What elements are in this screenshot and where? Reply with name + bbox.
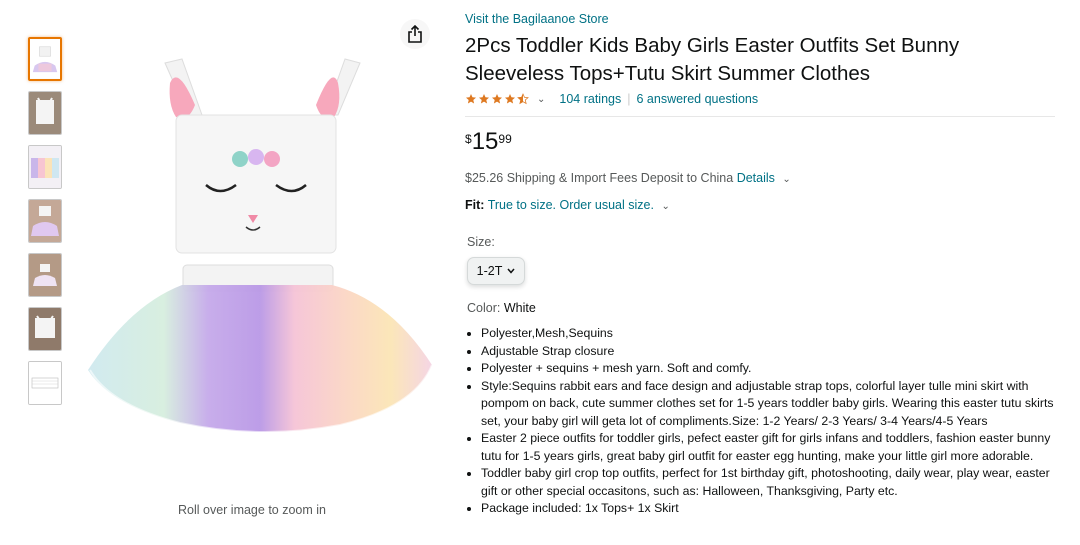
shipping-info: $25.26 Shipping & Import Fees Deposit to…	[465, 171, 1060, 185]
rating-row: ⌄ 104 ratings | 6 answered questions	[465, 90, 1060, 108]
answered-questions-link[interactable]: 6 answered questions	[637, 92, 759, 106]
store-link[interactable]: Visit the Bagilaanoe Store	[465, 12, 609, 26]
price-symbol: $	[465, 132, 472, 146]
feature-bullets: Polyester,Mesh,Sequins Adjustable Strap …	[465, 325, 1059, 518]
divider	[465, 116, 1055, 117]
size-selected-value: 1-2T	[476, 264, 503, 278]
ratings-link[interactable]: 104 ratings	[559, 92, 621, 106]
thumbnail-image	[29, 200, 61, 242]
thumbnail-image	[30, 39, 60, 79]
chevron-down-icon[interactable]: ⌄	[661, 201, 669, 212]
main-product-image[interactable]	[70, 45, 440, 455]
share-button[interactable]	[400, 19, 430, 49]
thumbnail-3[interactable]	[28, 145, 62, 189]
list-item: Style:Sequins rabbit ears and face desig…	[481, 378, 1059, 431]
product-details: Visit the Bagilaanoe Store 2Pcs Toddler …	[465, 10, 1060, 518]
share-icon	[408, 25, 422, 43]
shipping-text: $25.26 Shipping & Import Fees Deposit to…	[465, 171, 734, 185]
size-dropdown[interactable]: 1-2T	[467, 257, 525, 285]
thumbnail-2[interactable]	[28, 91, 62, 135]
list-item: Easter 2 piece outfits for toddler girls…	[481, 430, 1059, 465]
thumbnail-image	[29, 92, 61, 134]
thumbnail-image	[29, 308, 61, 350]
star-full-icon	[479, 94, 489, 104]
thumbnail-6[interactable]	[28, 307, 62, 351]
star-rating[interactable]	[465, 93, 529, 105]
list-item: Package included: 1x Tops+ 1x Skirt	[481, 500, 1059, 518]
star-full-icon	[466, 94, 476, 104]
star-half-icon	[517, 93, 529, 105]
zoom-hint: Roll over image to zoom in	[178, 503, 326, 517]
product-illustration	[88, 58, 433, 434]
price-fraction: 99	[498, 132, 512, 146]
list-item: Polyester,Mesh,Sequins	[481, 325, 1059, 343]
thumbnail-1[interactable]	[28, 37, 62, 81]
price-whole: 15	[471, 128, 499, 155]
list-item: Adjustable Strap closure	[481, 343, 1059, 361]
price: $ 15 99	[465, 129, 1060, 159]
fit-info: Fit: True to size. Order usual size. ⌄	[465, 198, 1060, 212]
list-item: Polyester + sequins + mesh yarn. Soft an…	[481, 360, 1059, 378]
chevron-down-icon[interactable]: ⌄	[537, 94, 545, 105]
color-value: White	[503, 301, 536, 315]
thumbnail-7[interactable]	[28, 361, 62, 405]
product-title: 2Pcs Toddler Kids Baby Girls Easter Outf…	[465, 34, 960, 85]
star-full-icon	[505, 94, 515, 104]
color-row: Color: White	[467, 301, 1060, 315]
shipping-details-link[interactable]: Details	[737, 171, 775, 185]
fit-value-link[interactable]: True to size. Order usual size.	[488, 198, 654, 212]
separator: |	[627, 92, 631, 106]
chevron-down-icon	[507, 268, 515, 274]
thumbnail-strip	[28, 37, 64, 415]
thumbnail-image	[29, 362, 61, 404]
size-label: Size:	[467, 235, 495, 249]
thumbnail-5[interactable]	[28, 253, 62, 297]
thumbnail-image	[29, 254, 61, 296]
star-full-icon	[492, 94, 502, 104]
thumbnail-4[interactable]	[28, 199, 62, 243]
fit-label: Fit:	[465, 198, 485, 212]
chevron-down-icon[interactable]: ⌄	[782, 174, 790, 185]
thumbnail-image	[29, 146, 61, 188]
list-item: Toddler baby girl crop top outfits, perf…	[481, 465, 1059, 500]
color-label: Color:	[467, 301, 504, 315]
